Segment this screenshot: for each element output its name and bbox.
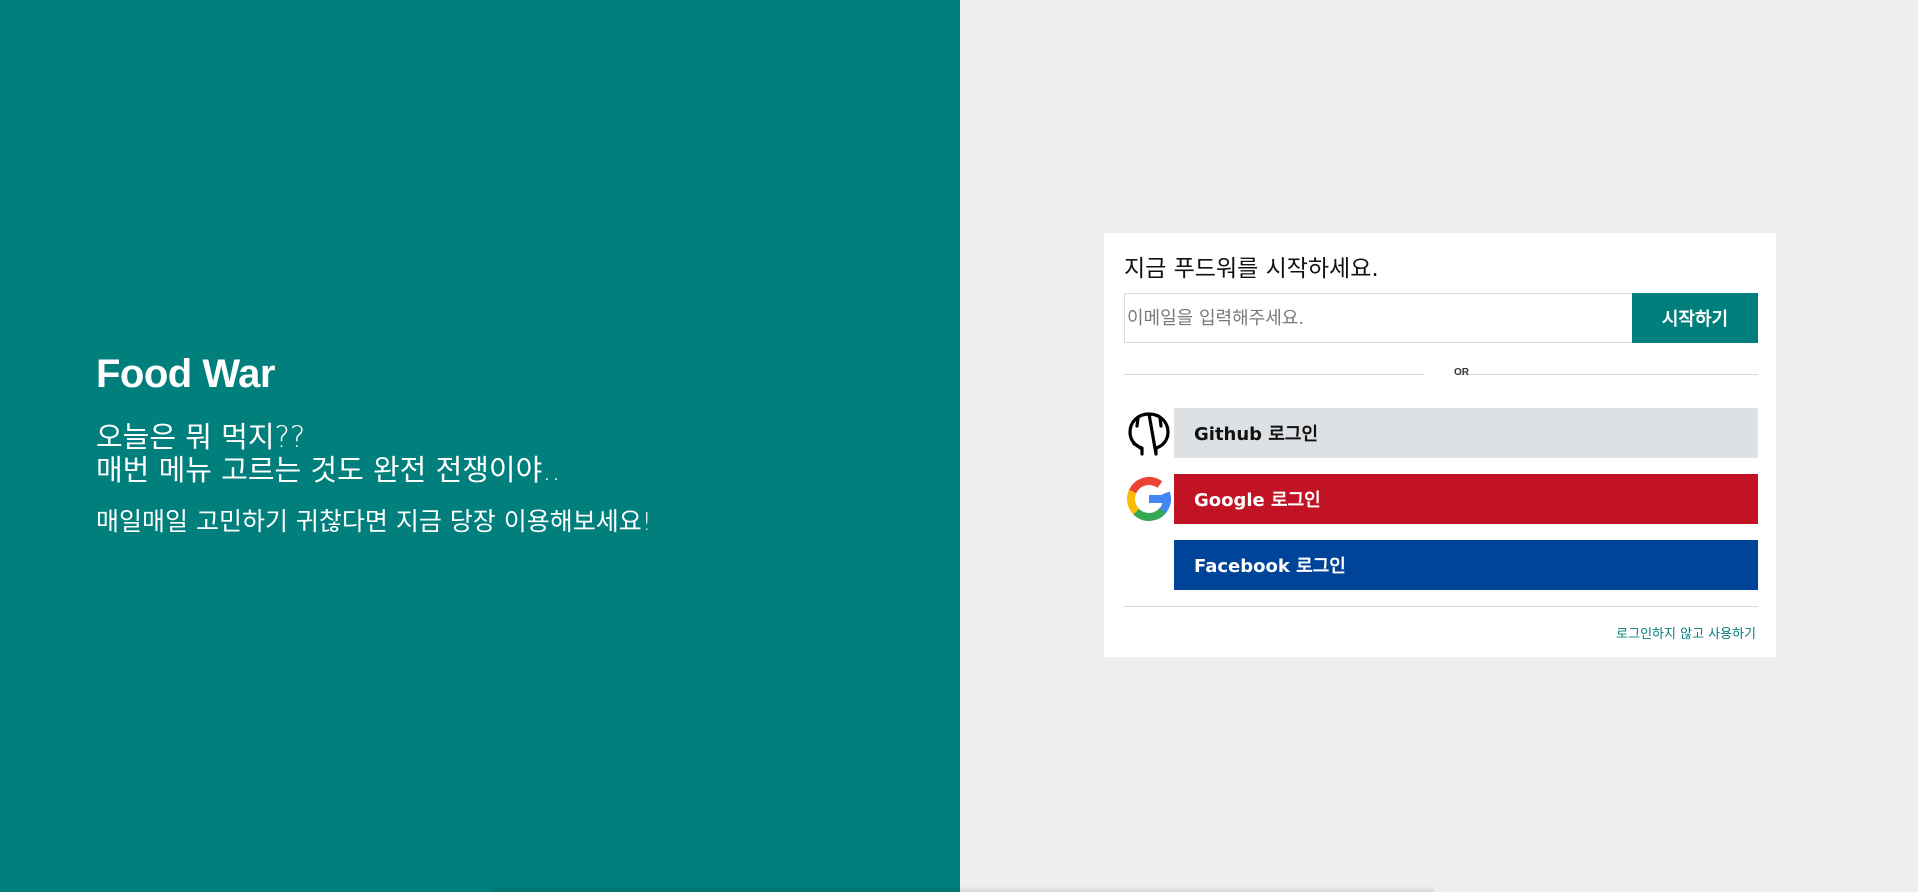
tagline-line-2: 매번 메뉴 고르는 것도 완전 전쟁이야.. (96, 453, 561, 487)
github-login-row: Github 로그인 (1124, 408, 1758, 458)
google-icon (1124, 474, 1174, 524)
hero-subtitle: 매일매일 고민하기 귀찮다면 지금 당장 이용해보세요! (96, 507, 652, 536)
google-login-button[interactable]: Google 로그인 (1174, 474, 1758, 524)
hero-content: Food War 오늘은 뭐 먹지?? 매번 메뉴 고르는 것도 완전 전쟁이야… (96, 352, 652, 537)
email-input[interactable] (1124, 293, 1632, 343)
brand-title: Food War (96, 352, 275, 396)
email-form: 시작하기 (1124, 293, 1758, 343)
bottom-shadow (490, 886, 1434, 892)
login-title: 지금 푸드워를 시작하세요. (1124, 256, 1379, 282)
google-login-row: Google 로그인 (1124, 474, 1758, 524)
tagline: 오늘은 뭐 먹지?? 매번 메뉴 고르는 것도 완전 전쟁이야.. (96, 421, 652, 487)
tagline-line-1: 오늘은 뭐 먹지?? (96, 420, 306, 454)
github-login-button[interactable]: Github 로그인 (1174, 408, 1758, 458)
or-divider-line-right (1458, 374, 1758, 375)
login-card: 지금 푸드워를 시작하세요. 시작하기 OR Github 로그인 (1104, 233, 1776, 657)
start-button[interactable]: 시작하기 (1632, 293, 1758, 343)
footer-divider (1124, 606, 1758, 607)
guest-login-link[interactable]: 로그인하지 않고 사용하기 (1616, 623, 1756, 642)
facebook-login-button[interactable]: Facebook 로그인 (1174, 540, 1758, 590)
hero-panel: Food War 오늘은 뭐 먹지?? 매번 메뉴 고르는 것도 완전 전쟁이야… (0, 0, 960, 892)
github-icon (1124, 408, 1174, 458)
or-divider-line-left (1124, 374, 1424, 375)
facebook-login-row: Facebook 로그인 (1124, 540, 1758, 590)
